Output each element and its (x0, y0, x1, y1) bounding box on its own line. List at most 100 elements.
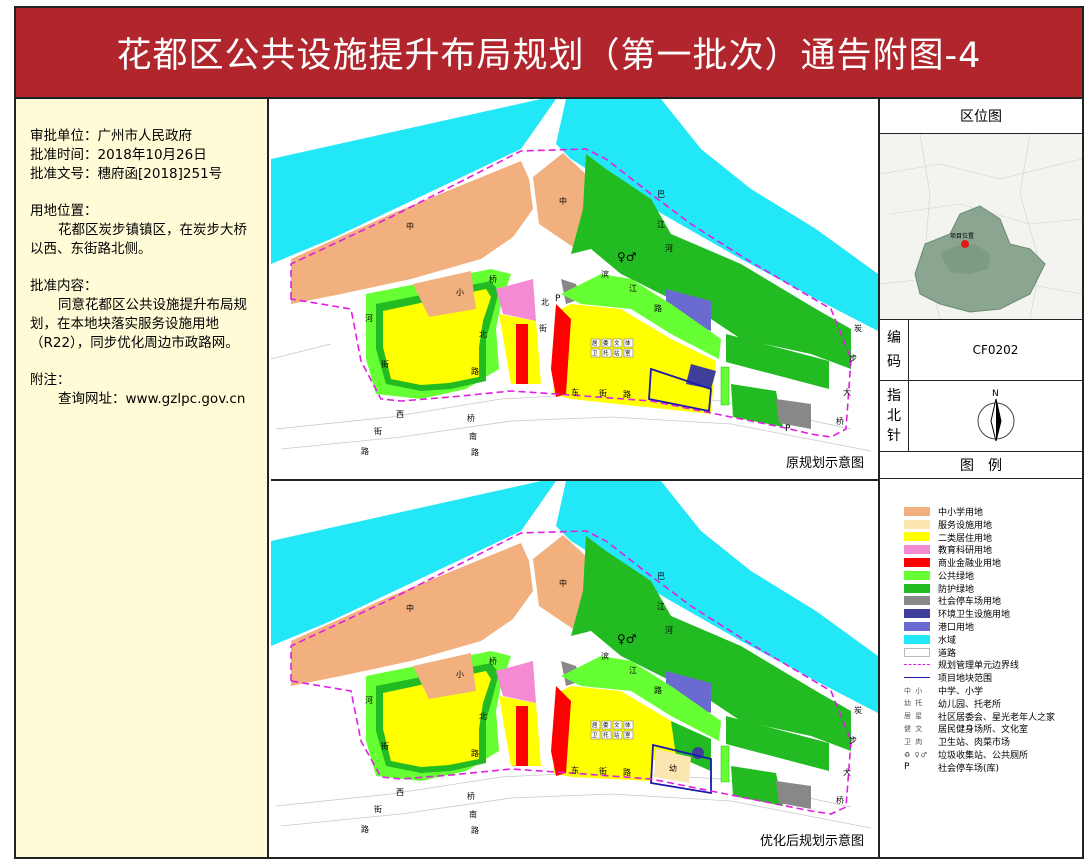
legend-item: 商业金融业用地 (904, 556, 1082, 569)
svg-text:路: 路 (654, 685, 662, 695)
svg-text:桥: 桥 (467, 791, 475, 801)
legend-label: 环境卫生设施用地 (938, 610, 1011, 621)
project-location-marker (961, 240, 969, 248)
code-value: CF0202 (972, 343, 1019, 357)
legend-item: 幼 托 幼儿园、托老所 (904, 697, 1082, 710)
svg-text:体: 体 (625, 339, 631, 347)
label-qiaobei-2: 北 (479, 330, 487, 339)
svg-text:河: 河 (365, 695, 373, 705)
legend-swatch: ♻ ♀♂ (904, 750, 928, 759)
parking-label-2: P (785, 424, 791, 434)
label-tan-4: 桥 (836, 416, 844, 426)
svg-text:路: 路 (623, 767, 631, 777)
legend-label: 商业金融业用地 (938, 559, 1002, 570)
svg-text:体: 体 (625, 721, 631, 729)
svg-text:小: 小 (456, 670, 464, 679)
label-tan-2: 步 (849, 354, 857, 363)
label-bin-2: 江 (629, 284, 637, 293)
label-qiaonan-2: 南 (469, 431, 477, 441)
svg-text:滨: 滨 (601, 651, 609, 661)
location-label: 用地位置： (30, 203, 98, 219)
original-plan-svg: 中 中 小 巴 江 河 滨 江 路 北 街 桥 北 路 东 街 路 西 街 路 … (271, 99, 878, 479)
svg-text:炭: 炭 (854, 706, 862, 715)
legend-item: 公共绿地 (904, 569, 1082, 582)
legend-swatch (904, 532, 930, 542)
svg-text:桥: 桥 (836, 795, 844, 805)
legend-label: 水域 (938, 635, 957, 646)
legend-swatch (904, 558, 930, 568)
legend-label: 教育科研用地 (938, 546, 993, 557)
toilet-icon: ♀♂ (617, 250, 637, 264)
approval-unit: 审批单位：广州市人民政府 (30, 128, 192, 144)
legend-swatch: 居 星 (904, 712, 924, 721)
content-text: 同意花都区公共设施提升布局规划，在本地块落实服务设施用地（R22），同步优化周边… (30, 297, 247, 351)
legend-label: 居民健身场所、文化室 (938, 725, 1029, 736)
label-xi-3: 路 (361, 446, 369, 456)
legend-item: 规划管理单元边界线 (904, 659, 1082, 672)
legend-swatch (904, 622, 930, 632)
title-bar: 花都区公共设施提升布局规划（第一批次）通告附图-4 (16, 8, 1082, 99)
legend-item: 项目地块范围 (904, 671, 1082, 684)
svg-text:北: 北 (479, 712, 487, 721)
svg-text:委: 委 (603, 721, 609, 729)
legend-swatch (904, 634, 930, 644)
info-panel: 审批单位：广州市人民政府 批准时间：2018年10月26日 批准文号：穗府函[2… (16, 99, 269, 857)
label-tan-3: 大 (843, 387, 851, 397)
legend-swatch: 中 小 (904, 686, 924, 695)
legend-label: 中小学用地 (938, 507, 984, 518)
svg-text:中: 中 (559, 578, 567, 588)
label-riverwest-2: 街 (381, 359, 389, 369)
right-panel: 区位图 项目位置 编 码 CF0202 指 北 针 N 图 例 中小学用地 服务… (878, 99, 1082, 857)
legend-item: 社会停车场用地 (904, 595, 1082, 607)
location-text: 花都区炭步镇镇区，在炭步大桥以西、东街路北侧。 (30, 222, 247, 257)
legend-swatch: P (904, 762, 911, 773)
svg-text:街: 街 (599, 766, 607, 776)
legend-swatch: 健 文 (904, 724, 924, 733)
legend-item: 中小学用地 (904, 505, 1082, 518)
label-zhong-2: 中 (559, 196, 567, 206)
page-title: 花都区公共设施提升布局规划（第一批次）通告附图-4 (116, 36, 982, 76)
legend-label: 规划管理单元边界线 (938, 661, 1020, 672)
svg-text:江: 江 (657, 602, 665, 611)
legend-label: 幼儿园、托老所 (938, 699, 1002, 710)
svg-text:站: 站 (614, 349, 620, 357)
approval-time: 批准时间：2018年10月26日 (30, 147, 207, 163)
svg-text:河: 河 (665, 625, 673, 635)
label-bei-1: 北 (541, 298, 549, 307)
svg-text:步: 步 (849, 736, 857, 745)
legend-item: 卫 肉 卫生站、肉菜市场 (904, 735, 1082, 749)
legend-swatch (904, 609, 930, 619)
label-riverwest-1: 河 (365, 313, 373, 323)
label-tan-1: 炭 (854, 324, 862, 333)
legend-swatch (904, 660, 930, 669)
svg-text:委: 委 (603, 339, 609, 347)
location-minimap: 项目位置 (880, 134, 1082, 320)
svg-text:N: N (992, 389, 999, 399)
legend-label: 道路 (938, 648, 957, 659)
label-zhong-1: 中 (406, 221, 414, 231)
legend-item: 教育科研用地 (904, 543, 1082, 556)
label-bei-2: 街 (539, 323, 547, 333)
svg-text:文: 文 (614, 721, 620, 729)
legend-swatch: 幼 托 (904, 699, 924, 708)
content-label: 批准内容： (30, 278, 98, 294)
label-xi-2: 街 (374, 426, 382, 436)
legend: 中小学用地 服务设施用地 二类居住用地 教育科研用地 商业金融业用地 公共绿地 防护绿地 社会… (880, 479, 1082, 774)
north-arrow-row: 指 北 针 N (880, 381, 1082, 452)
legend-label: 二类居住用地 (938, 533, 993, 544)
legend-swatch (904, 583, 930, 593)
svg-text:室: 室 (625, 349, 631, 357)
label-dong-1: 东 (571, 387, 579, 397)
label-river-3: 河 (665, 243, 673, 253)
original-plan-caption: 原规划示意图 (783, 452, 866, 471)
code-row: 编 码 CF0202 (880, 320, 1082, 381)
label-qiaonan-3: 路 (471, 447, 479, 457)
legend-swatch (904, 570, 930, 580)
svg-text:巴: 巴 (657, 572, 665, 581)
legend-item: 服务设施用地 (904, 518, 1082, 531)
svg-text:东: 东 (571, 765, 579, 775)
label-dong-2: 街 (599, 388, 607, 398)
project-location-label: 项目位置 (950, 232, 974, 240)
legend-label: 服务设施用地 (938, 520, 993, 531)
label-dong-3: 路 (623, 389, 631, 399)
